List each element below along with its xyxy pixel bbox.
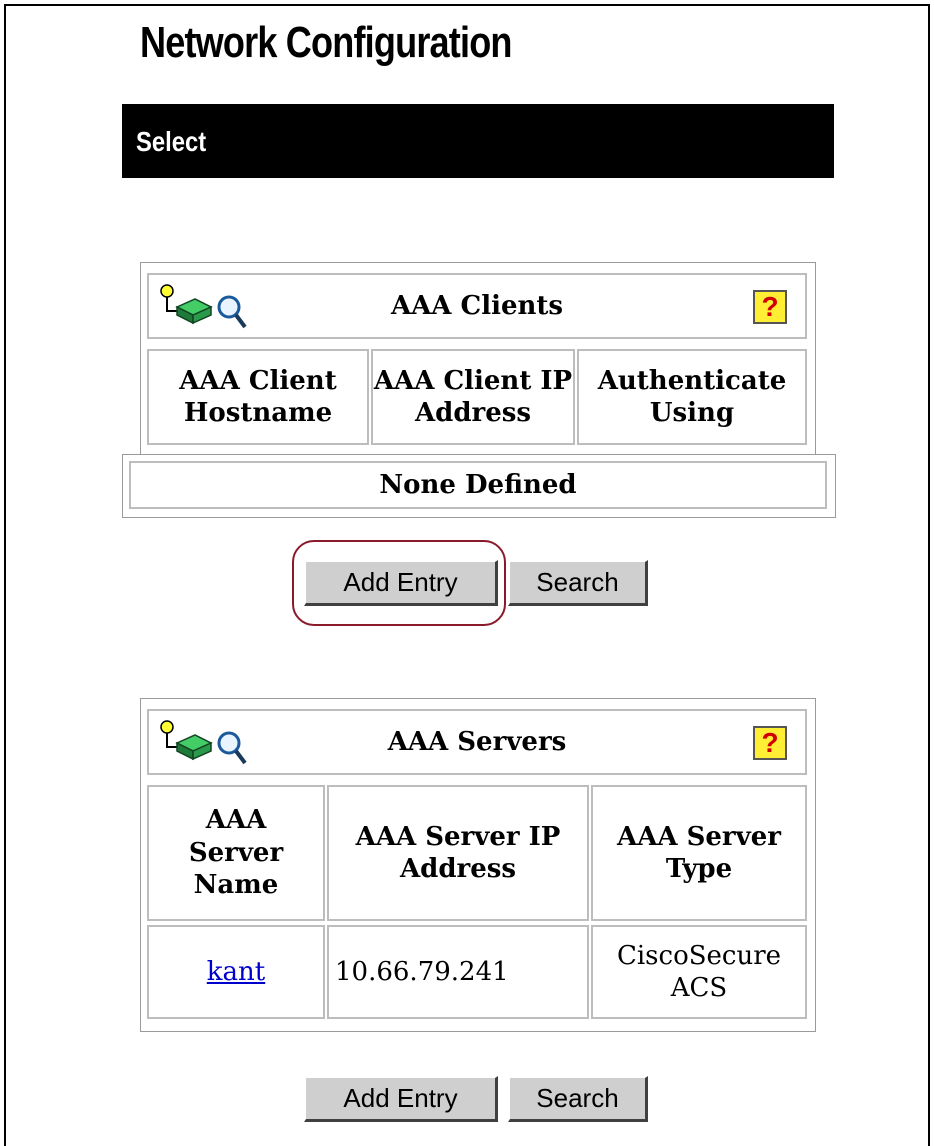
clients-add-entry-button[interactable]: Add Entry bbox=[304, 560, 498, 606]
aaa-clients-title-bar: AAA Clients ? bbox=[147, 273, 807, 339]
table-row-server-ip: 10.66.79.241 bbox=[327, 925, 589, 1019]
help-icon[interactable]: ? bbox=[753, 290, 787, 324]
clients-search-button[interactable]: Search bbox=[508, 560, 648, 606]
column-header-client-ip: AAA Client IP Address bbox=[371, 349, 575, 445]
none-defined-text: None Defined bbox=[129, 461, 827, 509]
section-header-bar: Select bbox=[122, 104, 834, 178]
column-header-authenticate-using: Authenticate Using bbox=[577, 349, 807, 445]
column-header-server-name: AAA Server Name bbox=[147, 785, 325, 921]
aaa-servers-title-bar: AAA Servers ? bbox=[147, 709, 807, 775]
aaa-clients-empty-row: None Defined bbox=[122, 454, 836, 518]
servers-search-button[interactable]: Search bbox=[508, 1076, 648, 1122]
aaa-clients-title: AAA Clients bbox=[390, 290, 564, 321]
column-header-client-hostname: AAA Client Hostname bbox=[147, 349, 369, 445]
table-row-server-type: CiscoSecure ACS bbox=[591, 925, 807, 1019]
magnifier-icon bbox=[215, 727, 249, 767]
column-header-server-type: AAA Server Type bbox=[591, 785, 807, 921]
table-row-server-name: kant bbox=[147, 925, 325, 1019]
servers-add-entry-button[interactable]: Add Entry bbox=[304, 1076, 498, 1122]
aaa-servers-title: AAA Servers bbox=[387, 726, 567, 757]
magnifier-icon bbox=[215, 291, 249, 331]
column-header-server-ip: AAA Server IP Address bbox=[327, 785, 589, 921]
server-name-link[interactable]: kant bbox=[207, 956, 265, 989]
page-title: Network Configuration bbox=[140, 18, 512, 67]
aaa-clients-panel: AAA Clients ? AAA Client Hostname AAA Cl… bbox=[140, 262, 816, 458]
help-icon[interactable]: ? bbox=[753, 726, 787, 760]
aaa-servers-panel: AAA Servers ? AAA Server Name AAA Server… bbox=[140, 698, 816, 1032]
section-label: Select bbox=[136, 126, 207, 157]
